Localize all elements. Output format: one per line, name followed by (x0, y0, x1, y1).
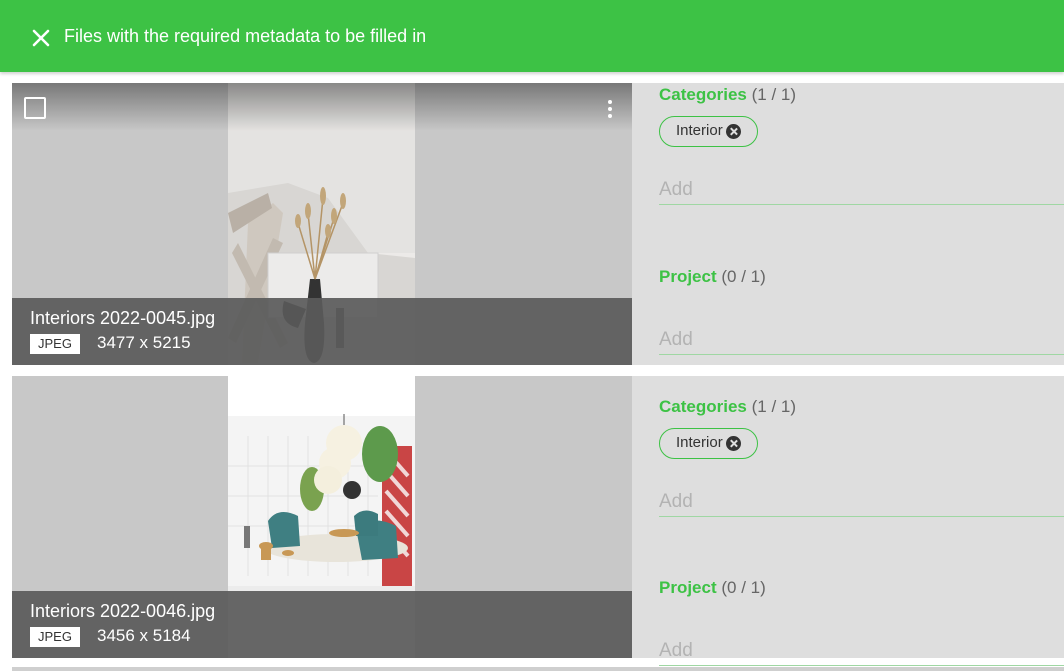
remove-chip-icon[interactable] (725, 124, 741, 139)
remove-chip-icon[interactable] (725, 436, 741, 451)
file-card: Interiors 2022-0046.jpg JPEG 3456 x 5184… (12, 376, 1064, 666)
page-title: Files with the required metadata to be f… (64, 26, 427, 46)
categories-field-label: Categories (1 / 1) (659, 397, 796, 417)
file-caption: Interiors 2022-0045.jpg JPEG 3477 x 5215 (12, 298, 632, 365)
image-dimensions: 3456 x 5184 (97, 626, 191, 645)
format-badge: JPEG (30, 627, 80, 647)
project-label: Project (659, 578, 717, 597)
project-count: (0 / 1) (721, 267, 766, 286)
project-add-input[interactable] (659, 326, 1064, 355)
category-chip[interactable]: Interior (659, 428, 758, 459)
categories-count: (1 / 1) (751, 85, 797, 104)
file-name: Interiors 2022-0045.jpg (30, 308, 216, 328)
categories-add-input[interactable] (659, 176, 1064, 205)
categories-field-label: Categories (1 / 1) (659, 85, 796, 105)
project-label: Project (659, 267, 717, 286)
preview-shade (12, 83, 632, 131)
categories-add-input[interactable] (659, 488, 1064, 517)
file-preview[interactable]: Interiors 2022-0045.jpg JPEG 3477 x 5215 (12, 83, 632, 365)
category-chip-label: Interior (676, 434, 723, 451)
file-preview[interactable]: Interiors 2022-0046.jpg JPEG 3456 x 5184 (12, 376, 632, 658)
metadata-panel: Categories (1 / 1) Interior Project (0 /… (659, 376, 1064, 666)
category-chip-label: Interior (676, 122, 723, 139)
select-checkbox[interactable] (24, 97, 46, 119)
project-count: (0 / 1) (721, 578, 766, 597)
project-field-label: Project (0 / 1) (659, 267, 766, 287)
metadata-panel: Categories (1 / 1) Interior Project (0 /… (659, 83, 1064, 365)
file-card: Interiors 2022-0045.jpg JPEG 3477 x 5215… (12, 83, 1064, 365)
categories-count: (1 / 1) (751, 397, 797, 416)
categories-label: Categories (659, 397, 747, 416)
categories-label: Categories (659, 85, 747, 104)
file-card (12, 667, 1064, 671)
file-caption: Interiors 2022-0046.jpg JPEG 3456 x 5184 (12, 591, 632, 658)
more-options-icon[interactable] (600, 98, 620, 120)
header-bar: Files with the required metadata to be f… (0, 0, 1064, 72)
close-icon[interactable] (30, 27, 52, 49)
project-add-input[interactable] (659, 637, 1064, 666)
file-name: Interiors 2022-0046.jpg (30, 601, 216, 621)
image-dimensions: 3477 x 5215 (97, 333, 191, 352)
format-badge: JPEG (30, 334, 80, 354)
category-chip[interactable]: Interior (659, 116, 758, 147)
project-field-label: Project (0 / 1) (659, 578, 766, 598)
